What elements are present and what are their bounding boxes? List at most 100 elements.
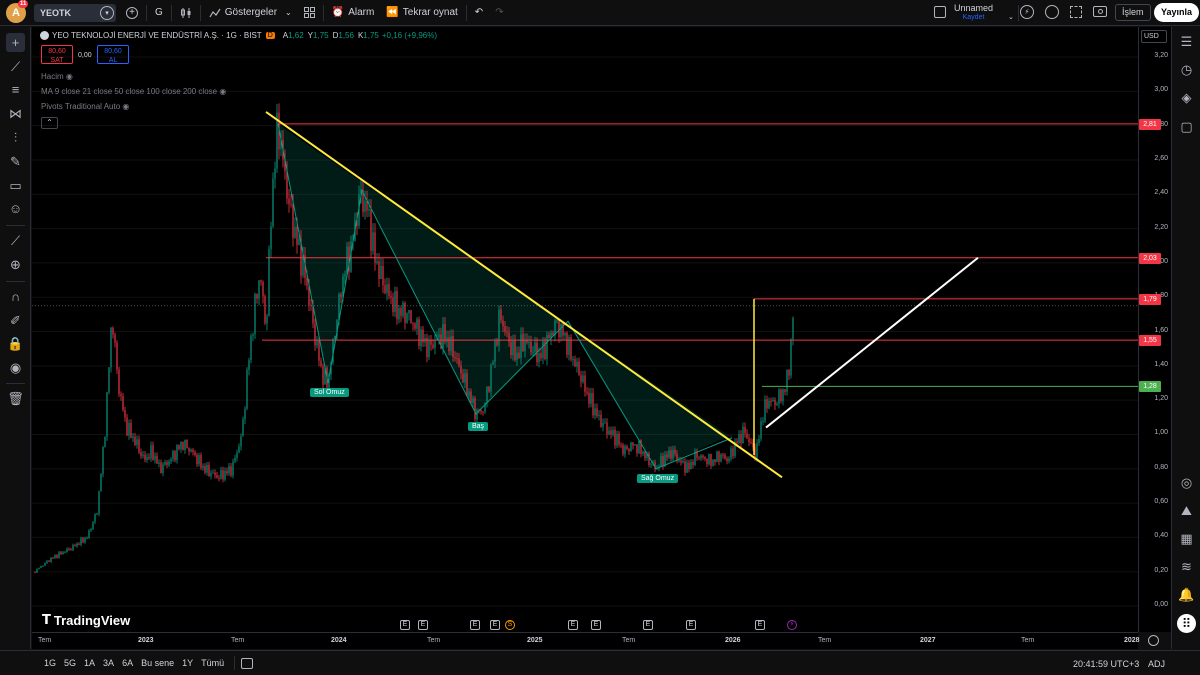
chart-type-button[interactable] xyxy=(174,0,198,26)
eye-icon[interactable]: ◉ xyxy=(66,72,73,81)
emoji-tool-icon[interactable]: ☺ xyxy=(6,199,25,218)
interval-button[interactable]: G xyxy=(149,0,169,26)
axis-settings-gear-icon[interactable] xyxy=(1148,635,1159,646)
candle-body xyxy=(128,423,130,436)
undo-button[interactable]: ↶ xyxy=(469,0,489,26)
candle-body xyxy=(580,375,582,382)
trendline-tool-icon[interactable]: ⟋ xyxy=(6,57,25,76)
camera-snapshot-icon[interactable] xyxy=(1093,6,1107,17)
adj-toggle[interactable]: ADJ xyxy=(1148,659,1165,669)
event-marker[interactable]: E xyxy=(568,620,578,630)
clock-time[interactable]: 20:41:59 UTC+3 xyxy=(1073,659,1139,669)
candle-body xyxy=(702,455,704,458)
range-button[interactable]: 6A xyxy=(122,658,133,668)
eye-icon[interactable]: ◉ xyxy=(6,358,25,377)
event-marker[interactable]: E xyxy=(470,620,480,630)
layouts-button[interactable] xyxy=(298,0,321,26)
date-range-calendar-icon[interactable] xyxy=(241,657,254,669)
candle-body xyxy=(594,408,596,416)
range-button[interactable]: 1Y xyxy=(182,658,193,668)
lock-icon[interactable]: 🔒 xyxy=(6,334,25,353)
price-tick: 0,20 xyxy=(1154,566,1168,574)
range-button[interactable]: Bu sene xyxy=(141,658,174,668)
range-button[interactable]: 1G xyxy=(44,658,56,668)
event-marker[interactable]: E xyxy=(400,620,410,630)
magnet-icon[interactable]: ∩ xyxy=(6,287,25,306)
indicator-pivots[interactable]: Pivots Traditional Auto ◉ xyxy=(41,102,129,111)
event-marker[interactable]: E xyxy=(418,620,428,630)
ideas-compass-icon[interactable]: ◎ xyxy=(1177,473,1196,492)
redo-button[interactable]: ↷ xyxy=(489,0,509,26)
chat-icon[interactable]: ▢ xyxy=(1177,117,1196,136)
symbol-menu-chevron-icon[interactable]: ▾ xyxy=(100,5,114,20)
alarm-button[interactable]: ⏰ Alarm xyxy=(326,0,381,26)
indicator-volume[interactable]: Hacim ◉ xyxy=(41,72,73,81)
split-event-icon[interactable]: ⚡ xyxy=(787,620,797,630)
pattern-tool-icon[interactable]: ⋈ xyxy=(6,104,25,123)
price-tick: 0,40 xyxy=(1154,532,1168,540)
event-marker[interactable]: E xyxy=(686,620,696,630)
trade-button[interactable]: İşlem xyxy=(1115,4,1151,21)
publish-button[interactable]: Yayınla xyxy=(1154,3,1200,22)
tradingview-watermark: 𝗧 TradingView xyxy=(42,612,130,628)
candle-body xyxy=(210,473,212,477)
eye-icon[interactable]: ◉ xyxy=(219,87,226,96)
event-marker[interactable]: S xyxy=(505,620,515,630)
buy-button[interactable]: 80,60 AL xyxy=(97,45,129,64)
range-button[interactable]: 3A xyxy=(103,658,114,668)
alerts-clock-icon[interactable]: ◷ xyxy=(1177,60,1196,79)
crosshair-tool-icon[interactable]: + xyxy=(6,33,25,52)
more-apps-icon[interactable]: ⠿ xyxy=(1177,614,1196,633)
candle-body xyxy=(398,308,400,320)
time-tick: Tem xyxy=(38,637,52,644)
brush-tool-icon[interactable]: ✎ xyxy=(6,152,25,171)
calendar-icon[interactable]: ▦ xyxy=(1177,529,1196,548)
range-button[interactable]: Tümü xyxy=(201,658,224,668)
candle-body xyxy=(142,454,144,456)
divider xyxy=(6,383,25,384)
news-feed-icon[interactable]: ≋ xyxy=(1177,557,1196,576)
watchlist-icon[interactable]: ☰ xyxy=(1177,32,1196,51)
time-axis[interactable]: Tem 2023 Tem 2024 Tem 2025 Tem 2026 Tem 2027 Tem 20… xyxy=(32,632,1140,649)
trash-icon[interactable]: 🗑 xyxy=(6,389,25,408)
event-marker[interactable]: E xyxy=(755,620,765,630)
settings-gear-icon[interactable] xyxy=(1045,5,1059,19)
notifications-bell-icon[interactable]: 🔔 xyxy=(1177,585,1196,604)
stay-in-drawing-icon[interactable]: ✐ xyxy=(6,311,25,330)
fib-tool-icon[interactable]: ≡ xyxy=(6,80,25,99)
event-marker[interactable]: E xyxy=(490,620,500,630)
indicators-button[interactable]: Göstergeler ⌄ xyxy=(203,0,298,26)
replay-button[interactable]: ⏪ Tekrar oynat xyxy=(380,0,463,26)
candle-body xyxy=(582,375,584,382)
compare-symbol-button[interactable]: + xyxy=(114,0,144,26)
layout-checkbox-icon[interactable] xyxy=(934,6,946,18)
currency-selector[interactable]: USD xyxy=(1141,30,1167,43)
event-marker[interactable]: E xyxy=(643,620,653,630)
candle-body xyxy=(786,369,788,392)
range-button[interactable]: 5G xyxy=(64,658,76,668)
eye-icon[interactable]: ◉ xyxy=(122,102,129,111)
zoom-in-icon[interactable]: ⊕ xyxy=(6,255,25,274)
text-tool-icon[interactable]: ▭ xyxy=(6,176,25,195)
indicator-ma[interactable]: MA 9 close 21 close 50 close 100 close 2… xyxy=(41,87,226,96)
candle-body xyxy=(724,455,726,459)
chart-pane[interactable] xyxy=(32,27,1138,632)
layout-name-button[interactable]: Unnamed Kaydet xyxy=(954,3,993,23)
layout-chevron-icon[interactable]: ⌄ xyxy=(1008,13,1014,21)
candle-body xyxy=(88,530,90,538)
forecast-tool-icon[interactable]: ⫶ xyxy=(6,128,25,147)
candle-body xyxy=(722,454,724,456)
price-axis[interactable]: USD 3,20 3,00 2,80 2,60 2,40 2,20 2,00 1,80 1,60… xyxy=(1138,27,1171,632)
layers-icon[interactable]: ◈ xyxy=(1177,88,1196,107)
range-button[interactable]: 1A xyxy=(84,658,95,668)
sell-button[interactable]: 80,60 SAT xyxy=(41,45,73,64)
collapse-legend-chevron-icon[interactable]: ⌃ xyxy=(41,117,58,129)
fullscreen-icon[interactable] xyxy=(1070,6,1082,18)
candle-body xyxy=(242,419,244,437)
avatar[interactable]: A 11 xyxy=(6,0,29,23)
streams-icon[interactable]: ⛰ xyxy=(1177,501,1196,520)
candle-body xyxy=(758,438,760,443)
quick-search-icon[interactable]: ⚡ xyxy=(1020,5,1034,19)
ruler-tool-icon[interactable]: ⟋ xyxy=(6,231,25,250)
event-marker[interactable]: E xyxy=(591,620,601,630)
